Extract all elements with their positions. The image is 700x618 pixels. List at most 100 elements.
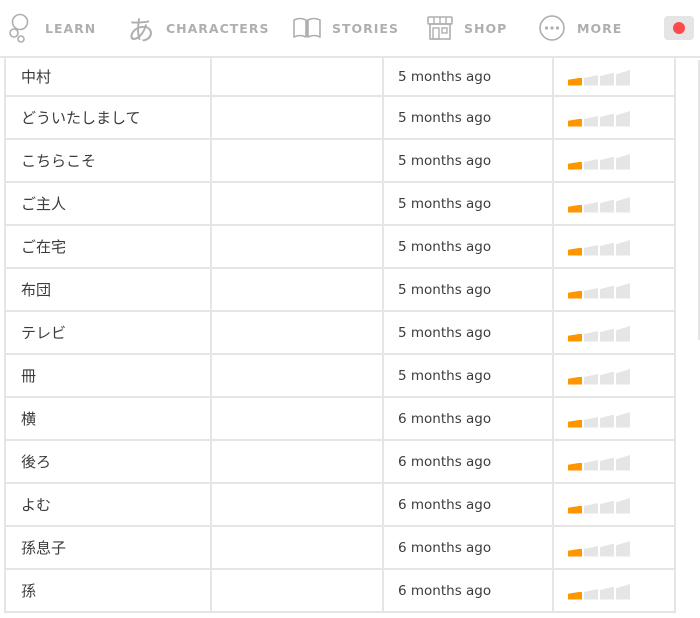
strength-bar [584,75,598,86]
strength-bar [600,414,614,428]
strength-bar [568,548,582,557]
strength-bars [568,584,630,600]
strength-bar [600,457,614,471]
strength-bar [584,202,598,213]
strength-cell [552,355,676,396]
table-row[interactable]: こちらこそ 5 months ago [6,140,674,183]
translation-cell [210,226,382,267]
strength-bar [616,240,630,256]
table-row[interactable]: 孫 6 months ago [6,570,674,613]
strength-bar [584,288,598,299]
last-practiced-cell: 5 months ago [382,97,552,138]
translation-cell [210,183,382,224]
nav-learn-label: LEARN [45,20,97,36]
word-cell: テレビ [21,324,67,342]
translation-cell [210,58,382,95]
table-row[interactable]: 横 6 months ago [6,398,674,441]
strength-bar [600,242,614,256]
last-practiced-cell: 6 months ago [382,398,552,439]
nav-characters[interactable]: あ CHARACTERS [126,0,269,56]
table-row[interactable]: 孫息子 6 months ago [6,527,674,570]
table-row[interactable]: テレビ 5 months ago [6,312,674,355]
word-cell: 横 [21,410,37,428]
strength-bar [600,285,614,299]
word-cell: 布団 [21,281,52,299]
strength-bar [600,371,614,385]
strength-cell [552,140,676,181]
word-cell: 孫息子 [21,539,67,557]
last-practiced-cell: 5 months ago [382,269,552,310]
strength-bars [568,283,630,299]
record-button[interactable] [664,16,694,40]
nav-learn[interactable]: LEARN [6,0,96,56]
table-row[interactable]: ご主人 5 months ago [6,183,674,226]
nav-characters-label: CHARACTERS [166,20,270,36]
shop-icon [426,14,454,42]
strength-bar [568,333,582,342]
strength-bar [616,283,630,299]
strength-bars [568,240,630,256]
nav-more[interactable]: MORE [538,0,622,56]
book-icon [292,16,322,40]
strength-bar [600,156,614,170]
strength-bar [568,118,582,127]
strength-bar [568,247,582,256]
strength-bars [568,498,630,514]
translation-cell [210,355,382,396]
strength-bar [568,462,582,471]
table-row[interactable]: 中村 5 months ago [6,58,674,97]
strength-bar [568,591,582,600]
strength-bars [568,70,630,86]
translation-cell [210,312,382,353]
translation-cell [210,527,382,568]
strength-bars [568,197,630,213]
translation-cell [210,441,382,482]
table-row[interactable]: 後ろ 6 months ago [6,441,674,484]
strength-bar [616,541,630,557]
strength-bar [600,586,614,600]
nav-shop[interactable]: SHOP [426,0,507,56]
strength-bar [600,113,614,127]
table-row[interactable]: よむ 6 months ago [6,484,674,527]
table-row[interactable]: 布団 5 months ago [6,269,674,312]
strength-bar [584,460,598,471]
strength-cell [552,183,676,224]
translation-cell [210,398,382,439]
table-row[interactable]: 冊 5 months ago [6,355,674,398]
strength-bar [584,503,598,514]
last-practiced-cell: 5 months ago [382,312,552,353]
nav-stories[interactable]: STORIES [292,0,399,56]
strength-bar [568,204,582,213]
strength-bar [616,326,630,342]
strength-bar [584,245,598,256]
strength-bar [600,543,614,557]
strength-bar [584,116,598,127]
strength-cell [552,269,676,310]
nav-more-label: MORE [577,20,623,36]
strength-bar [616,111,630,127]
strength-bar [616,584,630,600]
strength-bars [568,154,630,170]
translation-cell [210,484,382,525]
table-row[interactable]: どういたしまして 5 months ago [6,97,674,140]
strength-bars [568,412,630,428]
strength-bar [568,376,582,385]
last-practiced-cell: 6 months ago [382,570,552,611]
strength-bars [568,326,630,342]
last-practiced-cell: 5 months ago [382,355,552,396]
translation-cell [210,269,382,310]
word-cell: 孫 [21,582,37,600]
strength-cell [552,226,676,267]
strength-bar [616,498,630,514]
last-practiced-cell: 5 months ago [382,140,552,181]
word-cell: ご主人 [21,195,67,213]
strength-cell [552,97,676,138]
strength-bar [568,161,582,170]
strength-bar [568,505,582,514]
last-practiced-cell: 5 months ago [382,183,552,224]
last-practiced-cell: 5 months ago [382,226,552,267]
table-row[interactable]: ご在宅 5 months ago [6,226,674,269]
translation-cell [210,570,382,611]
strength-bars [568,111,630,127]
strength-bar [616,70,630,86]
